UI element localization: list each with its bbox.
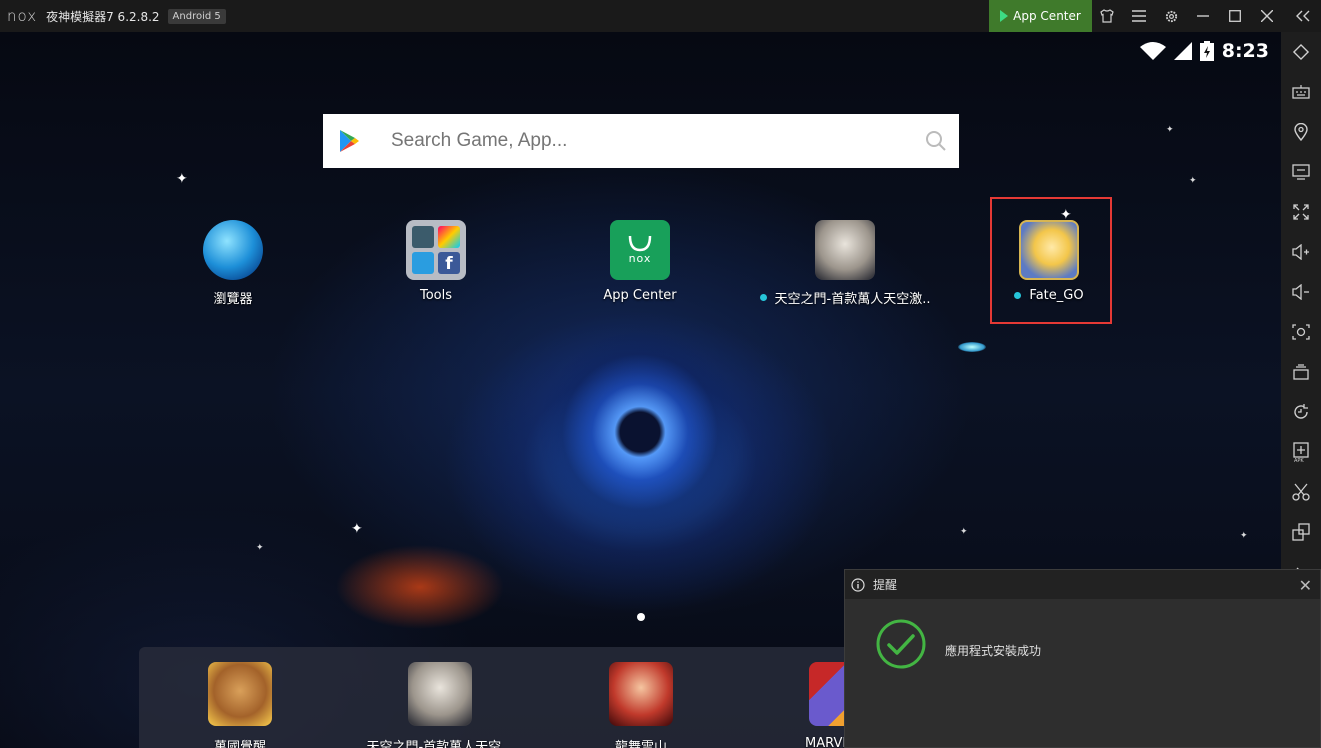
dock-app[interactable]: 龍舞雲山 xyxy=(556,662,726,748)
apk-install-icon[interactable]: APK xyxy=(1281,438,1321,466)
rise-of-kingdoms-icon xyxy=(208,662,272,726)
app-label: App Center xyxy=(603,288,677,303)
star: ✦ xyxy=(1240,531,1248,541)
glow-star xyxy=(958,342,986,352)
scissors-icon[interactable] xyxy=(1281,478,1321,506)
dock-app[interactable]: 天空之門-首款萬人天空... xyxy=(355,662,525,748)
app-center-button-label: App Center xyxy=(1013,9,1081,23)
volume-down-icon[interactable] xyxy=(1281,278,1321,306)
close-icon[interactable]: ✕ xyxy=(1299,576,1312,595)
volume-up-icon[interactable] xyxy=(1281,238,1321,266)
settings-gear-icon[interactable] xyxy=(1155,0,1187,32)
star: ✦ xyxy=(1166,125,1174,135)
app-label-row: 天空之門-首款萬人天空激.. xyxy=(759,288,931,307)
app-sky-gate[interactable]: 天空之門-首款萬人天空激.. xyxy=(759,220,931,307)
star: ✦ xyxy=(256,543,264,553)
game-portrait-icon xyxy=(408,662,472,726)
notification-popup: 提醒 ✕ 應用程式安裝成功 xyxy=(844,569,1321,748)
minimize-icon[interactable] xyxy=(1187,0,1219,32)
theme-shirt-icon[interactable] xyxy=(1091,0,1123,32)
collapse-sidebar-icon[interactable] xyxy=(1287,0,1319,32)
app-browser[interactable]: 瀏覽器 xyxy=(148,220,318,307)
app-label: 天空之門-首款萬人天空... xyxy=(366,740,514,748)
signal-icon xyxy=(1173,42,1192,60)
multi-instance-icon[interactable] xyxy=(1281,358,1321,386)
menu-icon[interactable] xyxy=(1123,0,1155,32)
star: ✦ xyxy=(960,527,968,537)
google-play-icon xyxy=(340,130,359,152)
app-label: 龍舞雲山 xyxy=(614,740,667,748)
new-app-dot xyxy=(759,294,767,301)
app-tools-folder[interactable]: f Tools xyxy=(351,220,521,303)
battery-charging-icon xyxy=(1199,41,1214,61)
notification-title: 提醒 xyxy=(873,578,898,592)
app-label: 天空之門-首款萬人天空激.. xyxy=(774,292,931,307)
macro-icon[interactable] xyxy=(1281,398,1321,426)
app-app-center[interactable]: nox App Center xyxy=(555,220,725,303)
rotate-icon[interactable] xyxy=(1281,38,1321,66)
location-icon[interactable] xyxy=(1281,118,1321,146)
dock-app[interactable]: 萬國覺醒 xyxy=(155,662,325,748)
multi-window-icon[interactable] xyxy=(1281,518,1321,546)
search-input[interactable] xyxy=(391,130,911,152)
screenshot-icon[interactable] xyxy=(1281,318,1321,346)
search-bar[interactable] xyxy=(323,114,959,168)
app-title: 夜神模擬器7 6.2.8.2 xyxy=(46,9,160,24)
page-indicator xyxy=(637,613,645,621)
svg-text:APK: APK xyxy=(1294,458,1304,462)
app-label: 瀏覽器 xyxy=(213,292,253,307)
screen-icon[interactable] xyxy=(1281,158,1321,186)
keyboard-icon[interactable] xyxy=(1281,78,1321,106)
notification-message: 應用程式安裝成功 xyxy=(945,644,1042,658)
app-label: 萬國覺醒 xyxy=(213,740,266,748)
star: ✦ xyxy=(176,171,188,187)
clock: 8:23 xyxy=(1221,40,1269,62)
globe-browser-icon xyxy=(203,220,263,280)
title-bar: nox 夜神模擬器7 6.2.8.2 Android 5 App Center xyxy=(0,0,1321,32)
search-icon[interactable] xyxy=(925,130,947,152)
star: ✦ xyxy=(351,521,363,537)
close-icon[interactable] xyxy=(1251,0,1283,32)
dragon-dance-icon xyxy=(609,662,673,726)
tools-folder-icon: f xyxy=(406,220,466,280)
android-version-badge: Android 5 xyxy=(167,8,226,24)
nox-logo: nox xyxy=(7,7,38,25)
game-portrait-icon xyxy=(815,220,875,280)
wallpaper-galaxy xyxy=(540,332,740,532)
status-bar: 8:23 xyxy=(1139,40,1269,62)
app-label: Tools xyxy=(419,288,453,303)
info-icon xyxy=(851,577,865,592)
wifi-icon xyxy=(1139,42,1166,60)
highlight-box xyxy=(990,197,1112,324)
fullscreen-icon[interactable] xyxy=(1281,198,1321,226)
star: ✦ xyxy=(1189,176,1197,186)
notification-header: 提醒 xyxy=(845,570,1320,599)
success-check-icon xyxy=(876,619,926,669)
nox-app-center-icon: nox xyxy=(610,220,670,280)
app-center-button[interactable]: App Center xyxy=(989,0,1092,32)
play-store-icon xyxy=(1000,10,1009,22)
maximize-icon[interactable] xyxy=(1219,0,1251,32)
